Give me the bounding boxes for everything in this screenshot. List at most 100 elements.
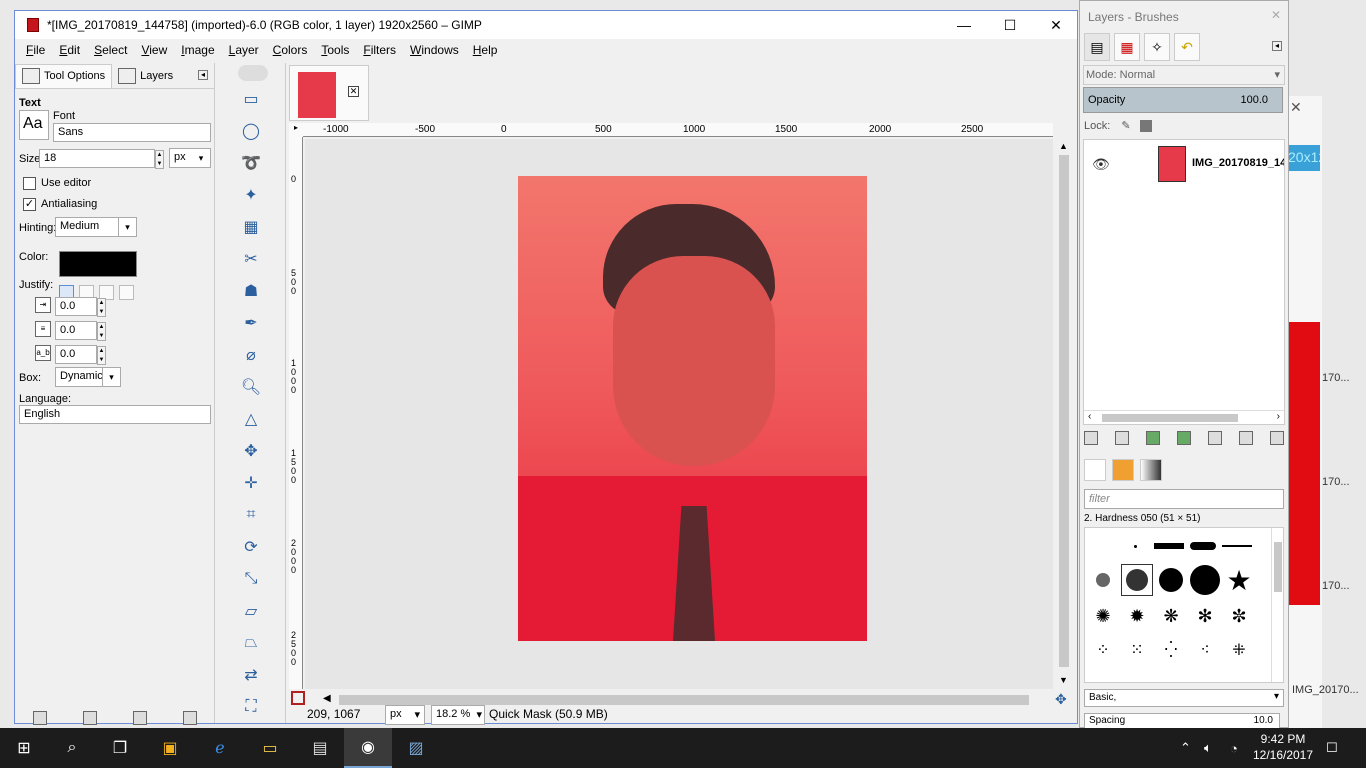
fuzzy-select-tool-icon[interactable]: ✦ <box>241 185 261 205</box>
store-icon[interactable]: ▣ <box>146 728 194 768</box>
tab-tool-options[interactable]: Tool Options <box>15 63 113 88</box>
tab-layers[interactable]: Layers <box>112 64 179 88</box>
size-stepper[interactable]: ▲ ▼ <box>155 150 164 169</box>
select-by-color-tool-icon[interactable]: ▦ <box>241 217 261 237</box>
duplicate-layer-icon[interactable] <box>1208 431 1222 445</box>
vertical-scrollbar[interactable]: ▲ ▼ <box>1057 141 1071 687</box>
wifi-icon[interactable]: ◔ <box>1230 728 1238 768</box>
horizontal-scroll-thumb[interactable] <box>339 695 1029 705</box>
layer-mode-select[interactable]: Mode: Normal ▾ <box>1083 65 1285 85</box>
navigate-icon[interactable]: ✥ <box>1055 691 1067 708</box>
new-layer-group-icon[interactable] <box>1115 431 1129 445</box>
brush-grid-scrollbar[interactable] <box>1271 528 1283 682</box>
delete-options-icon[interactable] <box>133 711 147 725</box>
texture-brush-icon[interactable]: ⁜ <box>1223 634 1255 666</box>
scroll-left-icon[interactable]: ‹ <box>1088 411 1091 422</box>
language-field[interactable]: English <box>19 405 211 424</box>
brushes-tab-icon[interactable] <box>1084 459 1106 481</box>
quick-mask-toggle-button[interactable] <box>291 691 305 705</box>
gradients-tab-icon[interactable] <box>1140 459 1162 481</box>
brush-item[interactable] <box>1087 564 1119 596</box>
indent-field[interactable]: 0.0 ▲ ▼ <box>55 297 106 317</box>
rotate-tool-icon[interactable]: ⟳ <box>241 537 261 557</box>
texture-brush-icon[interactable]: ⁖ <box>1189 634 1221 666</box>
horizontal-ruler[interactable]: -1000 -500 0 500 1000 1500 2000 2500 <box>303 123 1053 137</box>
cage-transform-tool-icon[interactable]: ⛶ <box>241 697 261 717</box>
show-hidden-icons-icon[interactable]: ⌃ <box>1180 728 1191 768</box>
dock-menu-icon[interactable]: ◂ <box>1272 41 1282 51</box>
zoom-tool-icon[interactable]: 🔍︎ <box>241 377 261 397</box>
dock-menu-icon[interactable]: ◂ <box>198 70 208 80</box>
line-spacing-field[interactable]: 0.0 ▲ ▼ <box>55 321 106 341</box>
letter-spacing-stepper[interactable]: ▲ ▼ <box>97 346 106 365</box>
splatter-brush-icon[interactable]: ✹ <box>1121 600 1153 632</box>
menu-windows[interactable]: Windows <box>403 43 466 57</box>
indent-stepper[interactable]: ▲ ▼ <box>97 298 106 317</box>
rect-select-tool-icon[interactable]: ▭ <box>241 89 261 109</box>
texture-brush-icon[interactable]: ⁙ <box>1121 634 1153 666</box>
vertical-ruler[interactable]: 0 5 0 0 1 0 0 0 1 5 0 0 2 0 0 0 2 5 0 0 <box>289 137 303 689</box>
photo-with-quick-mask[interactable] <box>518 176 867 641</box>
windows-start-icon[interactable]: ⊞ <box>0 728 48 768</box>
search-icon[interactable]: ⌕ <box>48 728 96 768</box>
lower-layer-icon[interactable] <box>1177 431 1191 445</box>
close-button[interactable]: ✕ <box>1033 11 1079 39</box>
star-brush-icon[interactable]: ★ <box>1223 564 1255 596</box>
brush-spacing-slider[interactable]: Spacing 10.0 <box>1084 713 1280 729</box>
menu-help[interactable]: Help <box>466 43 505 57</box>
brush-item[interactable] <box>1155 564 1187 596</box>
undo-history-tab-icon[interactable]: ↶ <box>1174 33 1200 61</box>
brush-item[interactable] <box>1119 530 1151 562</box>
splatter-brush-icon[interactable]: ✺ <box>1087 600 1119 632</box>
eye-icon[interactable]: 👁︎ <box>1092 156 1110 173</box>
menu-tools[interactable]: Tools <box>314 43 356 57</box>
scroll-right-icon[interactable]: › <box>1277 411 1280 422</box>
menu-image[interactable]: Image <box>174 43 221 57</box>
align-tool-icon[interactable]: ✛ <box>241 473 261 493</box>
scale-tool-icon[interactable]: ⤡ <box>241 569 261 589</box>
menu-colors[interactable]: Colors <box>266 43 315 57</box>
lock-pixels-icon[interactable]: ✎ <box>1121 120 1130 132</box>
gimp-taskbar-icon[interactable]: ◉ <box>344 728 392 768</box>
image-viewer-icon[interactable]: ▨ <box>392 728 440 768</box>
line-spacing-stepper[interactable]: ▲ ▼ <box>97 322 106 341</box>
brush-item[interactable] <box>1187 530 1219 562</box>
scroll-left-icon[interactable]: ◀ <box>323 693 331 704</box>
texture-brush-icon[interactable]: ⁛ <box>1155 634 1187 666</box>
zoom-select[interactable]: 18.2 % ▾ <box>431 705 485 725</box>
flip-tool-icon[interactable]: ⇄ <box>241 665 261 685</box>
perspective-tool-icon[interactable]: ⏢ <box>241 633 261 653</box>
minimize-button[interactable]: — <box>941 11 987 39</box>
vertical-scroll-thumb[interactable] <box>1059 155 1069 667</box>
anchor-layer-icon[interactable] <box>1239 431 1253 445</box>
opacity-slider[interactable]: Opacity 100.0 <box>1083 87 1283 113</box>
menu-filters[interactable]: Filters <box>356 43 403 57</box>
delete-layer-icon[interactable] <box>1270 431 1284 445</box>
splatter-brush-icon[interactable]: ✻ <box>1189 600 1221 632</box>
layer-name[interactable]: IMG_20170819_144758 <box>1192 157 1284 169</box>
save-options-icon[interactable] <box>33 711 47 725</box>
edge-browser-icon[interactable]: ℯ <box>196 728 244 768</box>
antialiasing-checkbox[interactable]: ✓ <box>23 198 36 211</box>
new-layer-icon[interactable] <box>1084 431 1098 445</box>
font-field[interactable]: Sans <box>53 123 211 142</box>
brush-scroll-thumb[interactable] <box>1274 542 1282 592</box>
notifications-icon[interactable]: ☐ <box>1326 728 1338 768</box>
crop-tool-icon[interactable]: ⌗ <box>241 505 261 525</box>
measure-tool-icon[interactable]: △ <box>241 409 261 429</box>
paths-tab-icon[interactable]: ✧ <box>1144 33 1170 61</box>
justify-fill-button[interactable] <box>119 285 134 300</box>
brush-tag-select[interactable]: Basic, ▾ <box>1084 689 1284 707</box>
shear-tool-icon[interactable]: ▱ <box>241 601 261 621</box>
unit-select[interactable]: px ▾ <box>385 705 425 725</box>
reset-options-icon[interactable] <box>183 711 197 725</box>
color-picker-tool-icon[interactable]: ⌀ <box>241 345 261 365</box>
brush-item[interactable] <box>1221 530 1253 562</box>
ellipse-select-tool-icon[interactable]: ◯ <box>241 121 261 141</box>
brush-item[interactable] <box>1189 564 1221 596</box>
menu-layer[interactable]: Layer <box>222 43 266 57</box>
lock-alpha-icon[interactable] <box>1139 120 1152 133</box>
splatter-brush-icon[interactable]: ✼ <box>1223 600 1255 632</box>
menu-edit[interactable]: Edit <box>52 43 87 57</box>
maximize-button[interactable]: ☐ <box>987 11 1033 39</box>
